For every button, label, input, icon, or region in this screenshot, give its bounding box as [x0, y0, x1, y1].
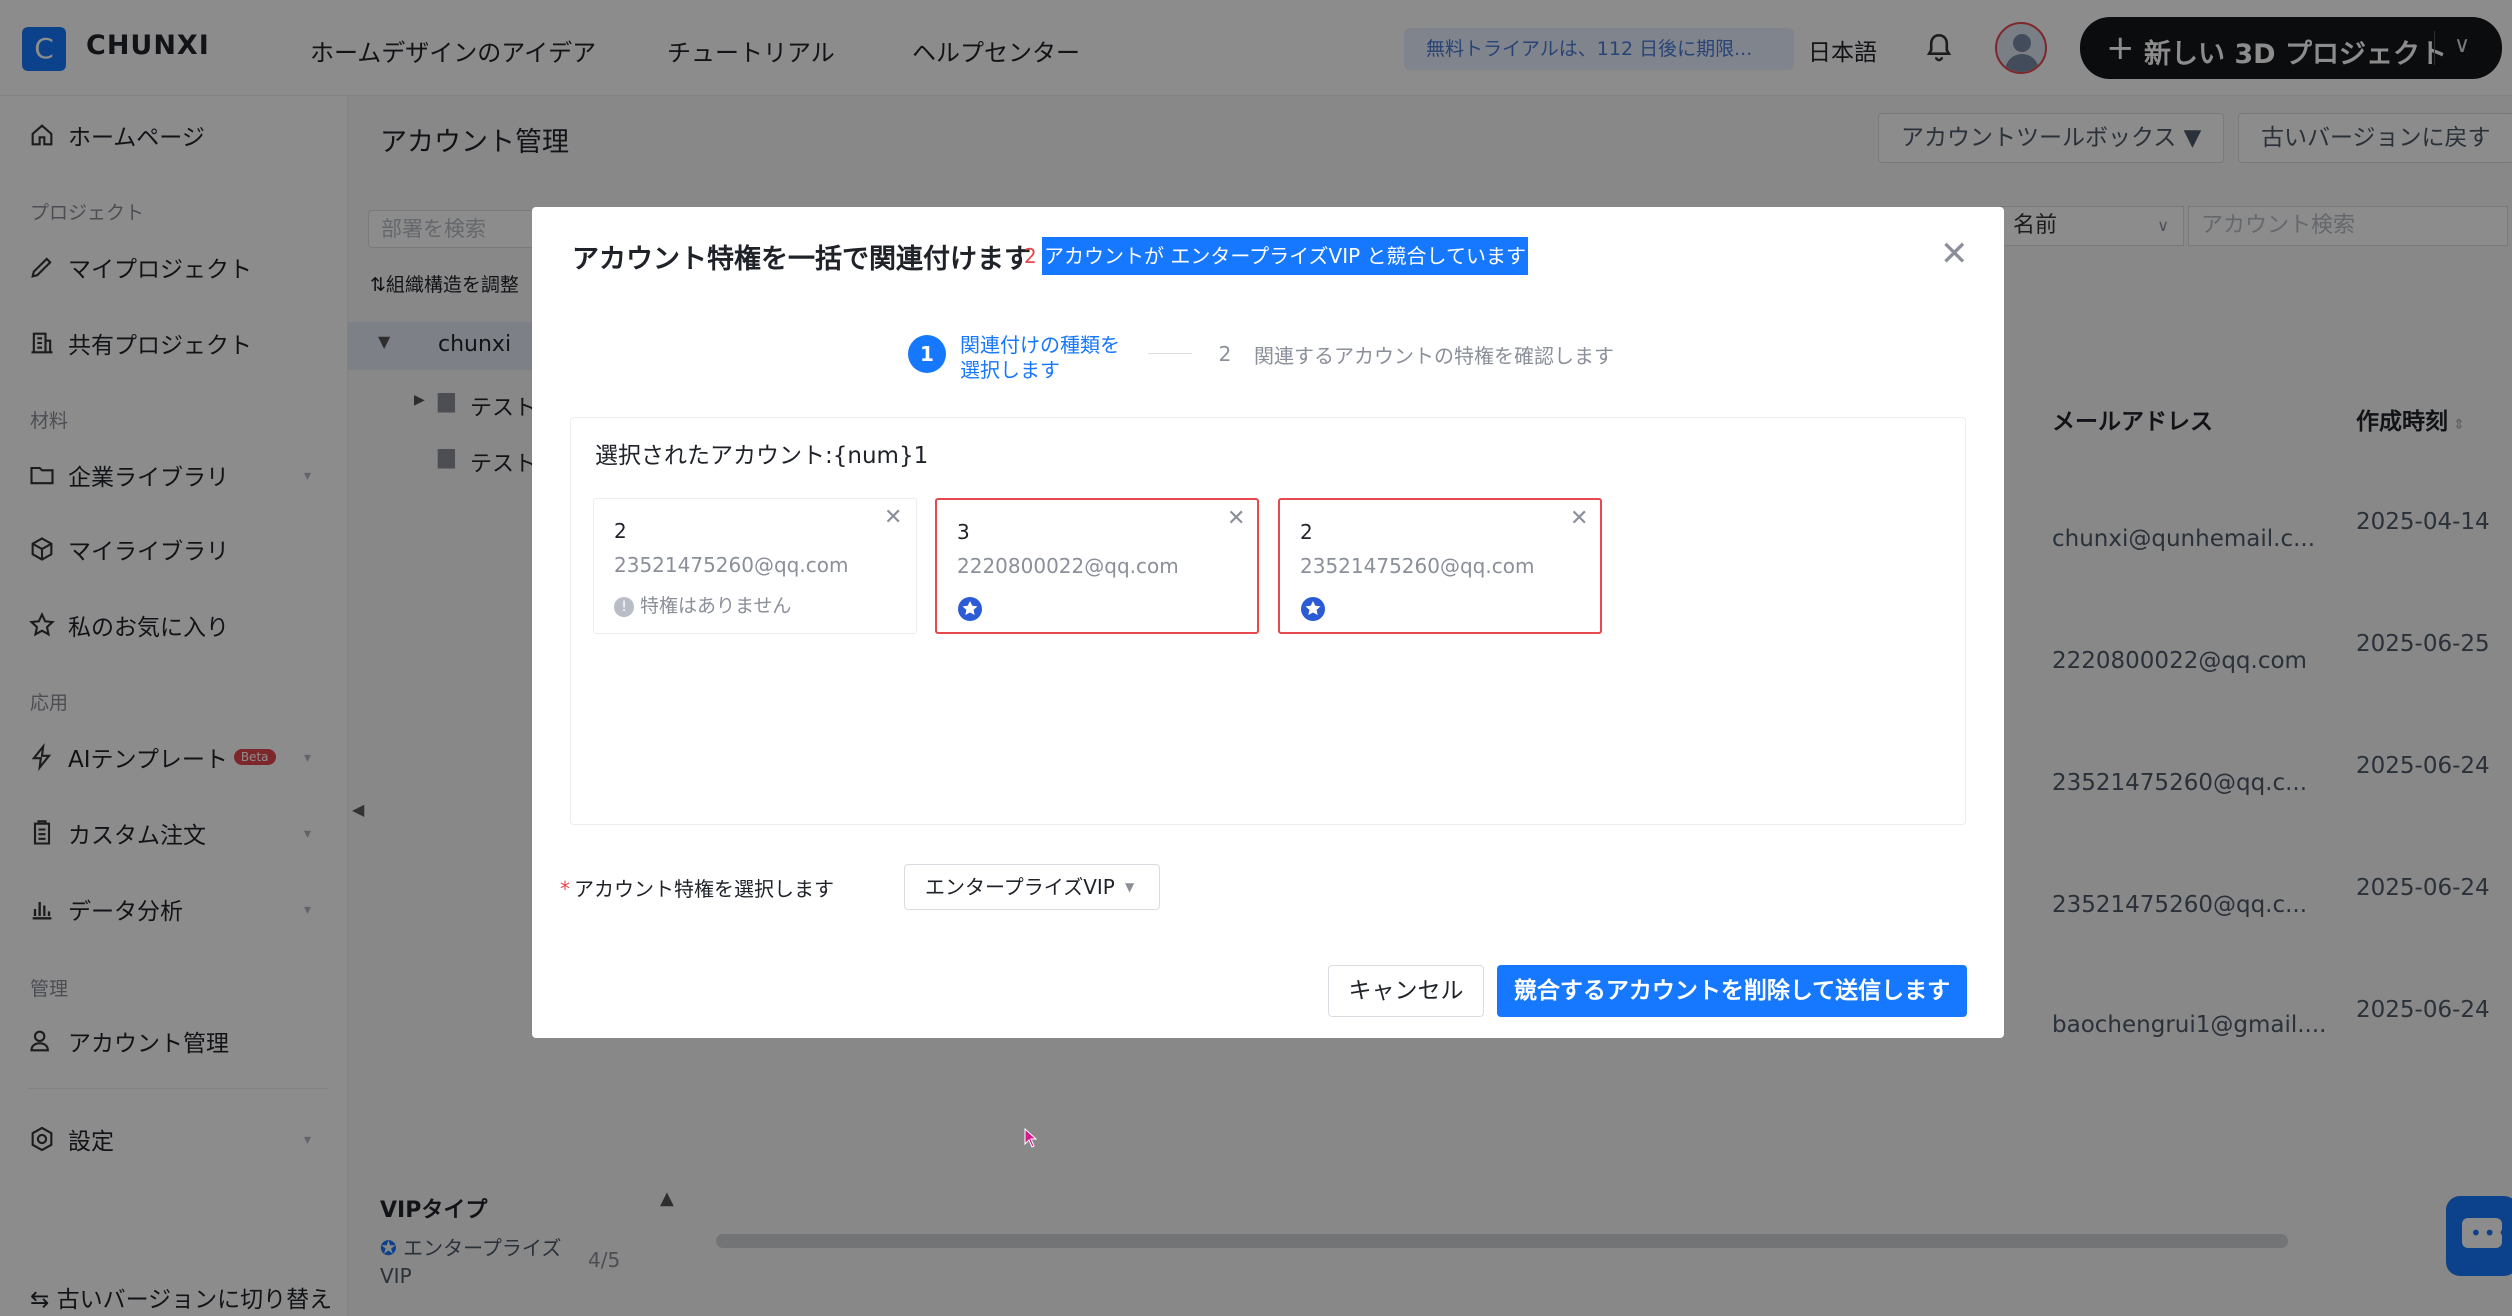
- remove-icon[interactable]: ✕: [884, 505, 902, 530]
- vip-badge-icon: [1301, 597, 1325, 621]
- required-marker: *: [560, 877, 570, 901]
- remove-icon[interactable]: ✕: [1570, 506, 1588, 531]
- account-card-conflict: 3 2220800022@qq.com ✕: [935, 498, 1259, 634]
- step-connector: [1148, 353, 1192, 354]
- conflict-message: アカウントが エンタープライズVIP と競合しています: [1042, 237, 1528, 275]
- privilege-select[interactable]: エンタープライズVIP ▼: [904, 864, 1160, 910]
- caret-down-icon: ▼: [1125, 880, 1135, 894]
- account-email: 2220800022@qq.com: [957, 554, 1179, 578]
- selected-accounts-heading: 選択されたアカウント:{num}1: [595, 443, 929, 469]
- no-privilege-note: ! 特権はありません: [614, 591, 791, 618]
- account-email: 23521475260@qq.com: [614, 553, 849, 577]
- batch-privilege-modal: アカウント特権を一括で関連付けます 2 アカウントが エンタープライズVIP と…: [532, 207, 2004, 1038]
- conflict-count: 2: [1024, 244, 1037, 268]
- vip-badge-icon: [958, 597, 982, 621]
- step-1-label: 関連付けの種類を選択します: [960, 333, 1120, 382]
- account-name: 2: [1300, 520, 1313, 544]
- mouse-cursor-icon: [1024, 1128, 1038, 1148]
- remove-icon[interactable]: ✕: [1227, 506, 1245, 531]
- modal-title: アカウント特権を一括で関連付けます: [572, 244, 1031, 275]
- step-2-indicator: 2: [1218, 342, 1232, 366]
- account-card-conflict: 2 23521475260@qq.com ✕: [1278, 498, 1602, 634]
- privilege-field-label: * アカウント特権を選択します: [560, 877, 834, 901]
- step-1-indicator: 1: [908, 335, 946, 373]
- account-name: 2: [614, 519, 627, 543]
- selected-accounts-panel: 選択されたアカウント:{num}1 2 23521475260@qq.com ✕…: [570, 417, 1966, 825]
- close-icon[interactable]: ✕: [1940, 237, 1969, 271]
- step-2-label: 関連するアカウントの特権を確認します: [1254, 344, 1614, 368]
- info-icon: !: [614, 596, 634, 617]
- cancel-button[interactable]: キャンセル: [1328, 965, 1484, 1017]
- account-email: 23521475260@qq.com: [1300, 554, 1535, 578]
- account-card: 2 23521475260@qq.com ✕ ! 特権はありません: [593, 498, 917, 634]
- collapse-left-icon[interactable]: ◀: [352, 800, 364, 819]
- remove-conflicts-submit-button[interactable]: 競合するアカウントを削除して送信します: [1497, 965, 1967, 1017]
- account-name: 3: [957, 520, 970, 544]
